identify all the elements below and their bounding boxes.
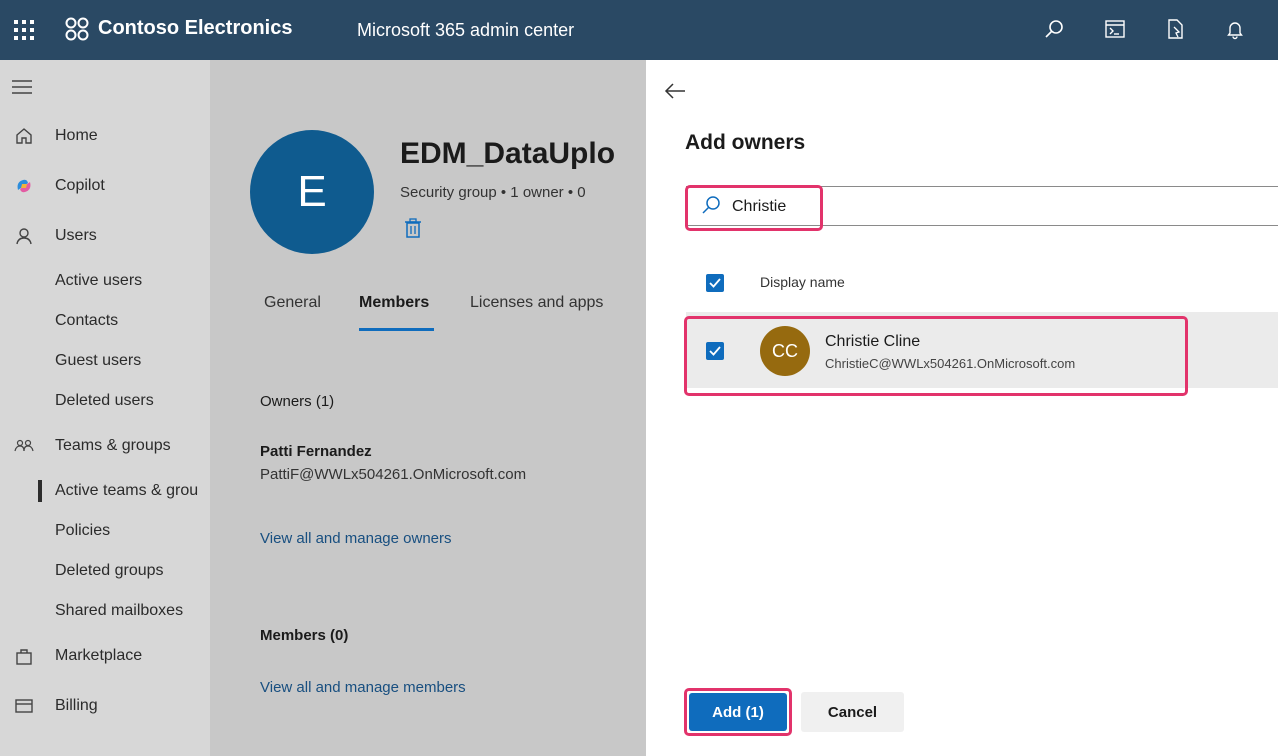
console-icon[interactable]	[1104, 18, 1126, 40]
copilot-icon	[17, 179, 31, 193]
select-all-checkbox[interactable]	[706, 274, 724, 292]
nav-label: Active teams & grou	[55, 482, 199, 499]
nav-label: Copilot	[55, 177, 105, 194]
cancel-button[interactable]: Cancel	[801, 692, 904, 732]
tab-general[interactable]: General	[264, 294, 321, 312]
tab-licenses-and-apps[interactable]: Licenses and apps	[470, 294, 603, 312]
nav-label: Marketplace	[55, 647, 143, 664]
app-title[interactable]: Microsoft 365 admin center	[357, 20, 574, 41]
display-name-column-header[interactable]: Display name	[760, 274, 845, 290]
add-owners-panel	[646, 60, 1278, 756]
nav-label: Shared mailboxes	[55, 602, 184, 619]
bell-icon[interactable]	[1224, 18, 1246, 40]
nav-label: Teams & groups	[55, 437, 171, 454]
nav-item-deleted-users[interactable]: Deleted users	[0, 386, 210, 416]
owner-email: PattiF@WWLx504261.OnMicrosoft.com	[260, 466, 527, 483]
teams-icon	[14, 439, 34, 452]
nav-item-copilot[interactable]: Copilot	[0, 171, 210, 201]
nav-item-marketplace[interactable]: Marketplace	[0, 641, 210, 671]
top-bar: Contoso Electronics Microsoft 365 admin …	[0, 0, 1278, 60]
nav-label: Billing	[55, 697, 98, 714]
nav-item-policies[interactable]: Policies	[0, 516, 210, 546]
nav-item-deleted-groups[interactable]: Deleted groups	[0, 556, 210, 586]
search-icon[interactable]	[1044, 18, 1066, 40]
owners-heading: Owners (1)	[260, 393, 335, 410]
contoso-logo-icon	[65, 17, 89, 41]
nav-item-users[interactable]: Users	[0, 221, 210, 251]
panel-title: Add owners	[685, 131, 806, 154]
trash-icon[interactable]	[404, 218, 422, 238]
back-arrow-icon[interactable]	[664, 82, 686, 100]
nav-label: Guest users	[55, 352, 142, 369]
nav-label: Deleted groups	[55, 562, 164, 579]
nav-item-shared-mailboxes[interactable]: Shared mailboxes	[0, 596, 210, 626]
nav-label: Policies	[55, 522, 111, 539]
nav-label: Home	[55, 127, 98, 144]
nav-item-active-teams-groups[interactable]: Active teams & grou	[0, 476, 210, 506]
bag-icon	[16, 649, 32, 665]
tab-members[interactable]: Members	[359, 294, 429, 312]
manage-members-link[interactable]: View all and manage members	[260, 679, 466, 696]
nav-item-guest-users[interactable]: Guest users	[0, 346, 210, 376]
active-tab-indicator	[359, 328, 434, 331]
members-heading: Members (0)	[260, 627, 349, 644]
group-title: EDM_DataUplo	[400, 137, 616, 170]
hamburger-menu-icon[interactable]	[12, 80, 32, 94]
group-avatar: E	[250, 130, 374, 254]
nav-item-contacts[interactable]: Contacts	[0, 306, 210, 336]
nav-item-home[interactable]: Home	[0, 121, 210, 151]
nav-label: Deleted users	[55, 392, 154, 409]
add-button-highlight	[684, 688, 792, 736]
org-name[interactable]: Contoso Electronics	[98, 17, 292, 40]
result-row-highlight	[684, 316, 1188, 396]
checkmark-icon	[709, 278, 721, 288]
nav-label: Contacts	[55, 312, 119, 329]
nav-label: Active users	[55, 272, 143, 289]
nav-item-active-users[interactable]: Active users	[0, 266, 210, 296]
group-subtitle: Security group • 1 owner • 0	[400, 184, 586, 201]
search-highlight	[685, 185, 823, 231]
manage-owners-link[interactable]: View all and manage owners	[260, 530, 452, 547]
billing-icon	[15, 699, 33, 713]
app-launcher-icon[interactable]	[12, 18, 36, 42]
owner-name: Patti Fernandez	[260, 443, 372, 460]
document-icon[interactable]	[1164, 18, 1186, 40]
user-icon	[16, 228, 32, 245]
nav-label: Users	[55, 227, 97, 244]
home-icon	[16, 128, 32, 144]
nav-item-teams-groups[interactable]: Teams & groups	[0, 431, 210, 461]
nav-item-billing[interactable]: Billing	[0, 691, 210, 721]
